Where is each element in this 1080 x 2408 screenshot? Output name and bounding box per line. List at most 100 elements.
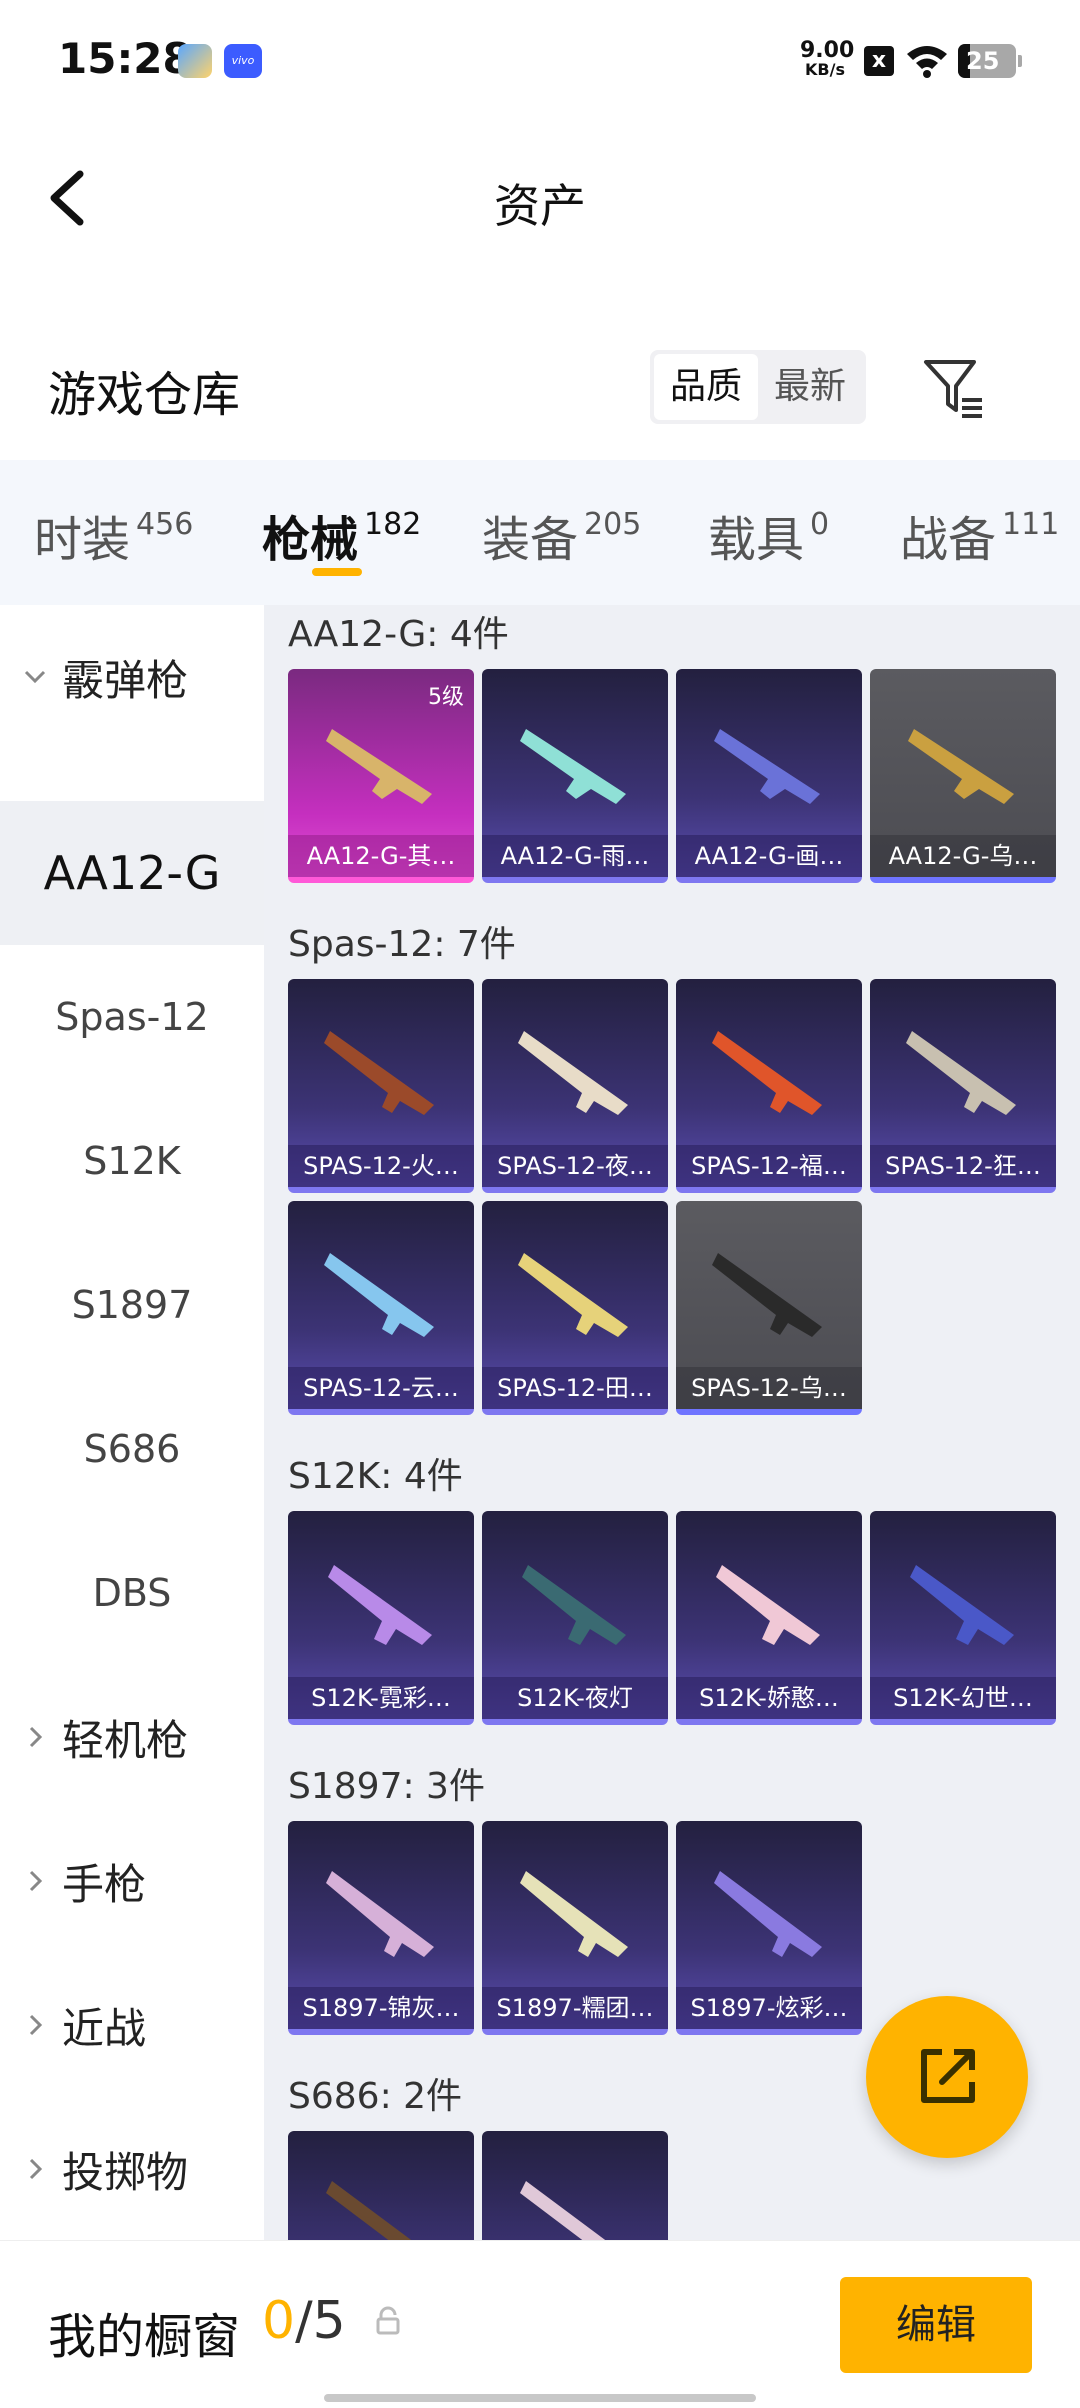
tab-fashion-label: 时装 bbox=[34, 512, 131, 568]
sidebar-item-s686[interactable]: S686 bbox=[0, 1377, 264, 1521]
item-name: SPAS-12-火… bbox=[288, 1145, 474, 1187]
sidebar-item-dbs[interactable]: DBS bbox=[0, 1521, 264, 1665]
chevron-right-icon bbox=[29, 2158, 43, 2180]
shotgun-skin-icon bbox=[328, 1565, 432, 1645]
shotgun-skin-icon bbox=[324, 1253, 434, 1337]
item-card[interactable]: S1897-炫彩… bbox=[676, 1821, 862, 2035]
item-card[interactable]: SPAS-12-田… bbox=[482, 1201, 668, 1415]
home-indicator[interactable] bbox=[324, 2394, 756, 2402]
chevron-right-icon bbox=[29, 1726, 43, 1748]
warehouse-title: 游戏仓库 bbox=[48, 367, 241, 423]
tab-firearms-count: 182 bbox=[364, 507, 422, 542]
item-name: AA12-G-乌… bbox=[870, 835, 1056, 877]
tab-fashion-count: 456 bbox=[136, 507, 194, 542]
sidebar-item-aa12g[interactable]: AA12-G bbox=[0, 801, 264, 945]
chevron-down-icon bbox=[24, 670, 46, 684]
item-level-badge: 5级 bbox=[428, 685, 464, 710]
shotgun-skin-icon bbox=[326, 1871, 434, 1957]
shotgun-skin-icon bbox=[908, 729, 1014, 804]
item-card[interactable]: SPAS-12-福… bbox=[676, 979, 862, 1193]
item-name: SPAS-12-福… bbox=[676, 1145, 862, 1187]
section-title-spas12: Spas-12: 7件 bbox=[288, 924, 516, 965]
chevron-right-icon bbox=[29, 2014, 43, 2036]
sort-toggle: 品质 最新 bbox=[650, 350, 866, 424]
item-card[interactable]: SPAS-12-云… bbox=[288, 1201, 474, 1415]
item-card[interactable]: S12K-娇憨… bbox=[676, 1511, 862, 1725]
tab-supplies[interactable]: 战备 111 bbox=[900, 500, 1059, 570]
item-card[interactable]: AA12-G-乌… bbox=[870, 669, 1056, 883]
item-name: S12K-霓彩… bbox=[288, 1677, 474, 1719]
network-speed: 9.00 KB/s bbox=[800, 40, 854, 78]
shotgun-skin-icon bbox=[518, 1253, 628, 1337]
shotgun-skin-icon bbox=[716, 1565, 820, 1645]
shotgun-skin-icon bbox=[906, 1031, 1016, 1115]
tab-equipment[interactable]: 装备 205 bbox=[482, 500, 641, 570]
sidebar-category-shotgun[interactable]: 霰弹枪 bbox=[0, 605, 264, 749]
app-notification-icon bbox=[178, 44, 212, 78]
battery-level: 25 bbox=[966, 47, 1000, 75]
status-time: 15:28 bbox=[58, 34, 192, 83]
edit-button[interactable]: 编辑 bbox=[840, 2277, 1032, 2373]
vivo-app-icon: vivo bbox=[224, 44, 262, 78]
section-title-aa12g: AA12-G: 4件 bbox=[288, 614, 509, 655]
sidebar-category-pistol[interactable]: 手枪 bbox=[0, 1809, 264, 1953]
tab-fashion[interactable]: 时装 456 bbox=[34, 500, 193, 570]
tab-vehicles[interactable]: 载具 0 bbox=[708, 500, 829, 570]
sort-latest-button[interactable]: 最新 bbox=[758, 354, 862, 420]
item-name: S12K-夜灯 bbox=[482, 1677, 668, 1719]
item-card[interactable]: S12K-夜灯 bbox=[482, 1511, 668, 1725]
shotgun-skin-icon bbox=[712, 1253, 822, 1337]
shotgun-skin-icon bbox=[520, 2181, 606, 2240]
wifi-icon bbox=[907, 46, 947, 78]
item-card[interactable]: SPAS-12-夜… bbox=[482, 979, 668, 1193]
content-area: 霰弹枪 AA12-G Spas-12 S12K S1897 S686 DBS 轻… bbox=[0, 605, 1080, 2240]
lock-icon bbox=[376, 2306, 400, 2335]
item-card[interactable]: AA12-G-画… bbox=[676, 669, 862, 883]
section-title-s1897: S1897: 3件 bbox=[288, 1766, 485, 1807]
section-title-s686: S686: 2件 bbox=[288, 2076, 463, 2117]
tab-firearms-label: 枪械 bbox=[262, 512, 359, 568]
item-name: S12K-娇憨… bbox=[676, 1677, 862, 1719]
shotgun-skin-icon bbox=[518, 1031, 628, 1115]
share-fab-button[interactable] bbox=[866, 1996, 1028, 2158]
tab-firearms[interactable]: 枪械 182 bbox=[262, 500, 421, 570]
item-card[interactable]: SPAS-12-火… bbox=[288, 979, 474, 1193]
page-title: 资产 bbox=[494, 179, 586, 233]
item-name: SPAS-12-云… bbox=[288, 1367, 474, 1409]
sidebar-category-label: 轻机枪 bbox=[62, 1715, 189, 1765]
sidebar-item-s1897[interactable]: S1897 bbox=[0, 1233, 264, 1377]
item-card[interactable]: 5级 AA12-G-其… bbox=[288, 669, 474, 883]
shotgun-skin-icon bbox=[910, 1565, 1014, 1645]
sidebar-category-throwable[interactable]: 投掷物 bbox=[0, 2097, 264, 2240]
filter-icon[interactable] bbox=[918, 352, 988, 422]
sidebar-item-s12k[interactable]: S12K bbox=[0, 1089, 264, 1233]
shotgun-skin-icon bbox=[522, 1565, 626, 1645]
shotgun-skin-icon bbox=[712, 1031, 822, 1115]
item-card[interactable]: S12K-霓彩… bbox=[288, 1511, 474, 1725]
sidebar-category-label: 手枪 bbox=[62, 1859, 147, 1909]
item-card[interactable] bbox=[288, 2131, 474, 2240]
sidebar-category-label: 近战 bbox=[62, 2003, 147, 2053]
item-name: S1897-炫彩… bbox=[676, 1987, 862, 2029]
item-card[interactable]: S1897-糯团… bbox=[482, 1821, 668, 2035]
tab-supplies-count: 111 bbox=[1002, 507, 1060, 542]
showcase-title: 我的橱窗 bbox=[48, 2309, 241, 2365]
sidebar-category-lmg[interactable]: 轻机枪 bbox=[0, 1665, 264, 1809]
sim-x-icon: x bbox=[864, 46, 894, 76]
share-icon bbox=[921, 2049, 975, 2103]
item-grid: AA12-G: 4件 5级 AA12-G-其… AA12-G-雨… AA12-G… bbox=[264, 605, 1080, 2240]
item-card[interactable] bbox=[482, 2131, 668, 2240]
item-card[interactable]: S12K-幻世… bbox=[870, 1511, 1056, 1725]
sort-quality-button[interactable]: 品质 bbox=[654, 354, 758, 420]
sidebar-category-melee[interactable]: 近战 bbox=[0, 1953, 264, 2097]
item-card[interactable]: SPAS-12-狂… bbox=[870, 979, 1056, 1193]
category-tabs: 时装 456 枪械 182 装备 205 载具 0 战备 111 bbox=[0, 460, 1080, 605]
sidebar-category-label: 霰弹枪 bbox=[62, 655, 189, 705]
item-card[interactable]: SPAS-12-乌… bbox=[676, 1201, 862, 1415]
item-card[interactable]: S1897-锦灰… bbox=[288, 1821, 474, 2035]
sidebar-item-spas12[interactable]: Spas-12 bbox=[0, 945, 264, 1089]
tab-active-indicator bbox=[312, 568, 362, 576]
item-card[interactable]: AA12-G-雨… bbox=[482, 669, 668, 883]
tab-vehicles-count: 0 bbox=[810, 507, 830, 542]
tab-equipment-label: 装备 bbox=[482, 512, 579, 568]
